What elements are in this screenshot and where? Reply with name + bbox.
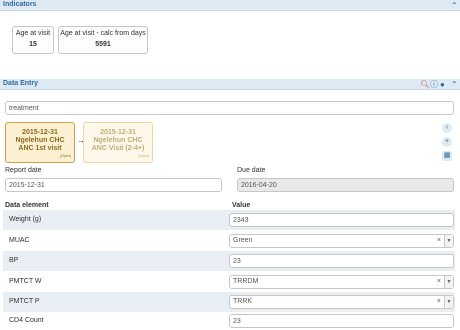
event-card-active[interactable]: 2015-12-31 Ngelehun CHC ANC 1st visit (O… bbox=[5, 122, 75, 163]
data-element-label: CD4 Count bbox=[9, 317, 44, 324]
clear-icon[interactable]: × bbox=[437, 235, 441, 247]
data-element-label: Weight (g) bbox=[9, 216, 42, 223]
data-element-label: MUAC bbox=[9, 237, 30, 244]
selected-value: TRRDM bbox=[233, 278, 259, 285]
event-date: 2015-12-31 bbox=[22, 129, 58, 136]
indicator-label: Age at visit - calc from days bbox=[60, 30, 146, 37]
event-status: (Open) bbox=[138, 154, 149, 158]
indicator-value: 5591 bbox=[95, 41, 111, 48]
event-date: 2015-12-31 bbox=[100, 129, 136, 136]
table-row: MUAC Green × ▼ bbox=[3, 231, 455, 251]
data-element-label: BP bbox=[9, 257, 19, 264]
caret-down-icon[interactable]: ▼ bbox=[444, 296, 453, 308]
indicators-title: Indicators bbox=[3, 1, 37, 8]
data-entry-title: Data Entry bbox=[3, 80, 39, 87]
data-element-label: PMTCT P bbox=[9, 298, 40, 305]
event-status: (Open) bbox=[60, 154, 71, 158]
program-stage-input[interactable] bbox=[5, 101, 454, 115]
plus-icon[interactable]: + bbox=[442, 137, 452, 147]
table-row: BP bbox=[3, 251, 455, 271]
clear-icon[interactable]: × bbox=[437, 276, 441, 288]
event-card-next[interactable]: 2015-12-31 Ngelehun CHC ANC Visit (2-4+)… bbox=[83, 122, 153, 163]
report-date-label: Report date bbox=[5, 167, 42, 174]
table-row: CD4 Count bbox=[3, 312, 455, 330]
calendar-icon[interactable]: ▦ bbox=[442, 151, 452, 161]
caret-down-icon[interactable]: ▼ bbox=[444, 235, 453, 247]
value-select[interactable]: TRRDM × ▼ bbox=[229, 275, 454, 289]
caret-down-icon[interactable]: ▼ bbox=[444, 276, 453, 288]
user-icon[interactable]: ● bbox=[440, 79, 445, 90]
value-input[interactable] bbox=[229, 213, 454, 227]
value-input[interactable] bbox=[229, 314, 454, 328]
search-icon[interactable]: 🔍︎ bbox=[420, 79, 430, 90]
column-data-element: Data element bbox=[5, 202, 49, 209]
due-date-input bbox=[237, 178, 454, 192]
indicators-header[interactable]: Indicators ⌃ bbox=[0, 0, 460, 11]
selected-value: TRRK bbox=[233, 298, 253, 305]
indicator-value: 15 bbox=[29, 41, 37, 48]
chevron-left-icon[interactable]: ‹ bbox=[442, 123, 452, 133]
info-icon[interactable]: ⓘ bbox=[430, 79, 438, 90]
indicator-age-at-visit: Age at visit 15 bbox=[12, 26, 54, 54]
event-org-unit: Ngelehun CHC bbox=[15, 137, 65, 144]
data-element-label: PMTCT W bbox=[9, 278, 42, 285]
chevron-up-icon[interactable]: ⌃ bbox=[451, 0, 458, 11]
report-date-input[interactable] bbox=[5, 178, 222, 192]
indicator-label: Age at visit bbox=[15, 30, 51, 37]
value-select[interactable]: Green × ▼ bbox=[229, 234, 454, 248]
column-value: Value bbox=[232, 202, 251, 209]
value-select[interactable]: TRRK × ▼ bbox=[229, 295, 454, 309]
event-org-unit: Ngelehun CHC bbox=[93, 137, 143, 144]
clear-icon[interactable]: × bbox=[437, 296, 441, 308]
chevron-up-icon[interactable]: ⌃ bbox=[451, 79, 458, 90]
table-row: Weight (g) bbox=[3, 210, 455, 230]
data-entry-header[interactable]: Data Entry 🔍︎ ⓘ ● ⌃ bbox=[0, 79, 460, 90]
indicator-age-calc: Age at visit - calc from days 5591 bbox=[58, 26, 148, 54]
selected-value: Green bbox=[233, 237, 253, 244]
due-date-label: Due date bbox=[237, 167, 266, 174]
value-input[interactable] bbox=[229, 254, 454, 268]
table-row: PMTCT W TRRDM × ▼ bbox=[3, 272, 455, 292]
table-row: PMTCT P TRRK × ▼ bbox=[3, 292, 455, 312]
